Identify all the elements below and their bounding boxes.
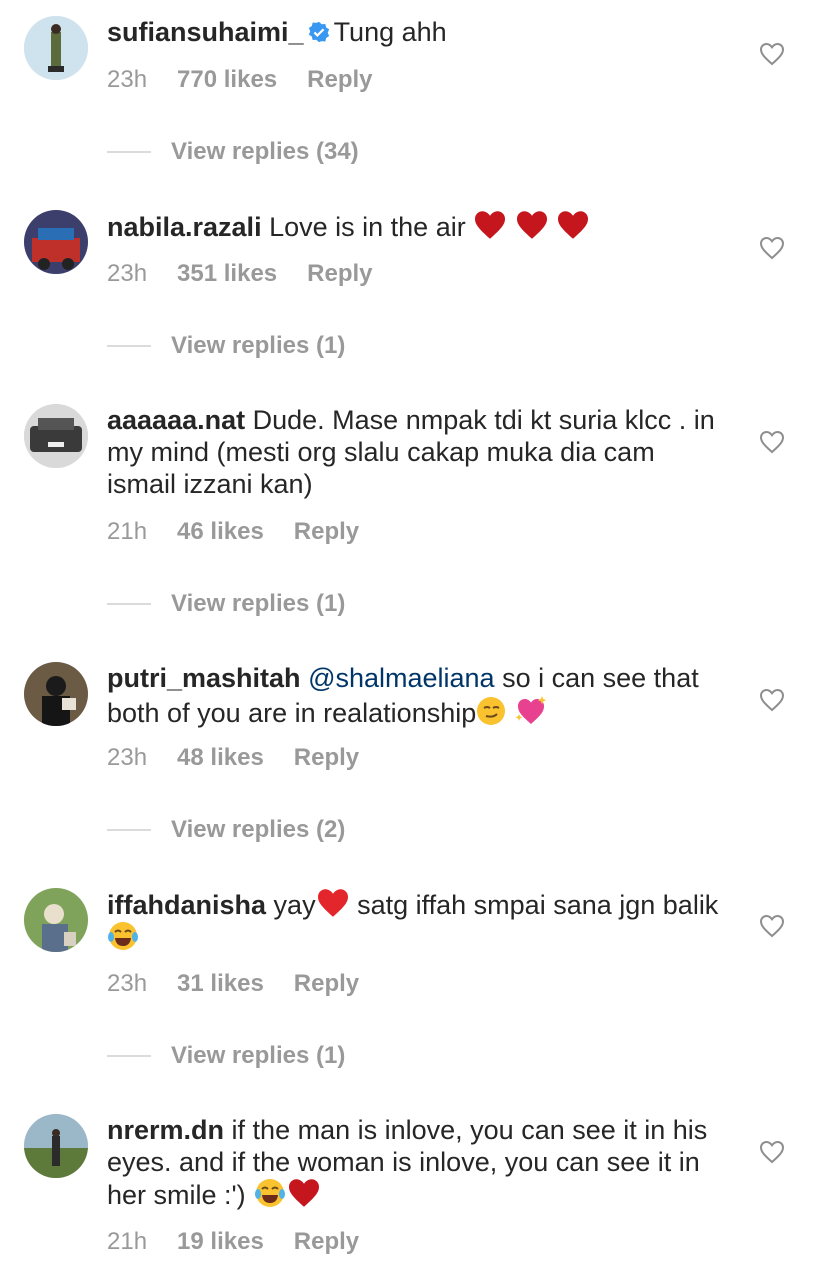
heart-emoji-icon bbox=[475, 211, 506, 239]
likes-count[interactable]: 351 likes bbox=[177, 260, 277, 287]
reply-button[interactable]: Reply bbox=[294, 518, 359, 545]
reply-button[interactable]: Reply bbox=[294, 1228, 359, 1255]
view-replies-label: View replies (1) bbox=[171, 590, 346, 617]
likes-count[interactable]: 48 likes bbox=[177, 744, 264, 771]
view-replies-label: View replies (1) bbox=[171, 1042, 346, 1069]
joy-emoji-icon bbox=[255, 1179, 286, 1207]
reply-button[interactable]: Reply bbox=[294, 970, 359, 997]
comment-meta: 21h 19 likes Reply bbox=[107, 1228, 389, 1256]
likes-count[interactable]: 19 likes bbox=[177, 1228, 264, 1255]
username[interactable]: nabila.razali bbox=[107, 212, 262, 242]
avatar[interactable] bbox=[24, 16, 88, 80]
replies-divider bbox=[107, 1055, 151, 1057]
comment-text: aaaaaa.nat Dude. Mase nmpak tdi kt suria… bbox=[107, 404, 727, 500]
like-heart-icon[interactable] bbox=[759, 236, 785, 260]
comment-text: nabila.razali Love is in the air bbox=[107, 210, 727, 243]
reply-button[interactable]: Reply bbox=[307, 260, 372, 287]
comment-meta: 21h 46 likes Reply bbox=[107, 518, 389, 546]
comment-text: putri_mashitah @shalmaeliana so i can se… bbox=[107, 662, 727, 729]
like-heart-icon[interactable] bbox=[759, 430, 785, 454]
avatar[interactable] bbox=[24, 404, 88, 468]
view-replies[interactable]: View replies (34) bbox=[107, 138, 359, 166]
view-replies[interactable]: View replies (1) bbox=[107, 332, 345, 360]
username[interactable]: iffahdanisha bbox=[107, 890, 266, 920]
like-heart-icon[interactable] bbox=[759, 42, 785, 66]
verified-badge-icon bbox=[308, 21, 329, 43]
heart-emoji-icon bbox=[516, 211, 547, 239]
replies-divider bbox=[107, 345, 151, 347]
mention-link[interactable]: @shalmaeliana bbox=[308, 663, 495, 693]
likes-count[interactable]: 46 likes bbox=[177, 518, 264, 545]
view-replies-label: View replies (2) bbox=[171, 816, 346, 843]
reply-button[interactable]: Reply bbox=[307, 66, 372, 93]
timestamp: 21h bbox=[107, 1228, 148, 1255]
comment-text: sufiansuhaimi_ Tung ahh bbox=[107, 16, 727, 48]
heart-emoji-icon bbox=[317, 889, 348, 917]
comment-meta: 23h 351 likes Reply bbox=[107, 260, 403, 288]
likes-count[interactable]: 31 likes bbox=[177, 970, 264, 997]
view-replies[interactable]: View replies (1) bbox=[107, 590, 345, 618]
replies-divider bbox=[107, 603, 151, 605]
timestamp: 23h bbox=[107, 744, 148, 771]
timestamp: 23h bbox=[107, 970, 148, 997]
like-heart-icon[interactable] bbox=[759, 914, 785, 938]
replies-divider bbox=[107, 829, 151, 831]
username[interactable]: sufiansuhaimi_ bbox=[107, 17, 304, 47]
sparkling-heart-emoji-icon bbox=[515, 696, 546, 724]
username[interactable]: nrerm.dn bbox=[107, 1115, 224, 1145]
like-heart-icon[interactable] bbox=[759, 1140, 785, 1164]
smirk-emoji-icon bbox=[477, 697, 506, 725]
view-replies-label: View replies (1) bbox=[171, 332, 346, 359]
comment-body: Tung ahh bbox=[333, 17, 447, 47]
comment-text: nrerm.dn if the man is inlove, you can s… bbox=[107, 1114, 727, 1211]
comment-body: yay bbox=[273, 890, 316, 920]
username[interactable]: aaaaaa.nat bbox=[107, 405, 245, 435]
comment-meta: 23h 31 likes Reply bbox=[107, 970, 389, 998]
timestamp: 23h bbox=[107, 66, 148, 93]
view-replies-label: View replies (34) bbox=[171, 138, 359, 165]
view-replies[interactable]: View replies (1) bbox=[107, 1042, 345, 1070]
comment-body: satg iffah smpai sana jgn balik bbox=[357, 890, 719, 920]
avatar[interactable] bbox=[24, 888, 88, 952]
username[interactable]: putri_mashitah bbox=[107, 663, 301, 693]
joy-emoji-icon bbox=[108, 922, 138, 950]
timestamp: 23h bbox=[107, 260, 148, 287]
avatar[interactable] bbox=[24, 1114, 88, 1178]
heart-emoji-icon bbox=[558, 211, 589, 239]
comment-text: iffahdanisha yay satg iffah smpai sana j… bbox=[107, 888, 727, 954]
replies-divider bbox=[107, 151, 151, 153]
avatar[interactable] bbox=[24, 662, 88, 726]
comment-body: Love is in the air bbox=[269, 212, 466, 242]
comment-meta: 23h 770 likes Reply bbox=[107, 66, 403, 94]
comment-meta: 23h 48 likes Reply bbox=[107, 744, 389, 772]
timestamp: 21h bbox=[107, 518, 148, 545]
heart-emoji-icon bbox=[289, 1179, 320, 1207]
view-replies[interactable]: View replies (2) bbox=[107, 816, 345, 844]
reply-button[interactable]: Reply bbox=[294, 744, 359, 771]
avatar[interactable] bbox=[24, 210, 88, 274]
likes-count[interactable]: 770 likes bbox=[177, 66, 277, 93]
like-heart-icon[interactable] bbox=[759, 688, 785, 712]
